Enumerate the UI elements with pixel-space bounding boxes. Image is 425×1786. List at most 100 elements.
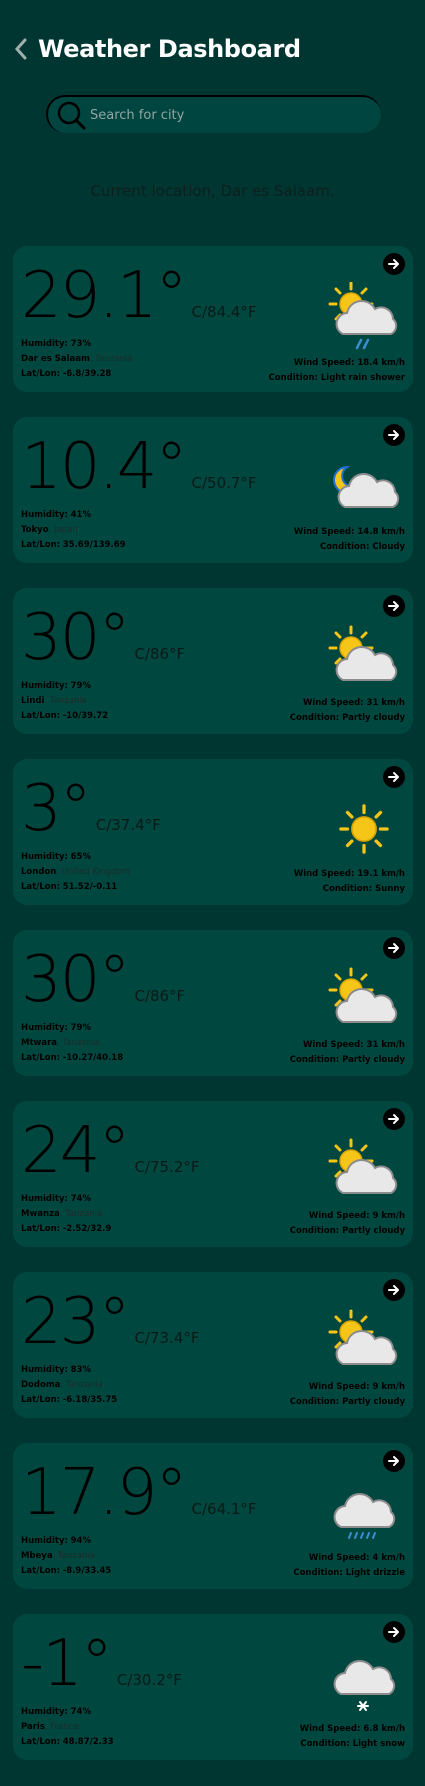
humidity-value: 74% <box>70 1707 91 1717</box>
condition-label: Condition: <box>289 713 340 723</box>
search-bar[interactable] <box>46 95 381 133</box>
arrow-right-icon[interactable] <box>383 937 405 959</box>
temperature-celsius: 24 <box>21 1114 100 1188</box>
humidity-row: Humidity: 65% <box>21 850 130 865</box>
city-name: Mwanza <box>21 1209 60 1219</box>
latlon-row: Lat/Lon: 48.87/2.33 <box>21 1735 114 1750</box>
wind-value: 4 km/h <box>372 1553 405 1563</box>
weather-card[interactable]: 30 ° C/86°F Humidity: 79% Lindi, Tanzania Lat… <box>13 588 413 734</box>
card-details-left: Humidity: 74% Paris, France Lat/Lon: 48.87… <box>21 1705 114 1750</box>
latlon-label: Lat/Lon: <box>21 1053 61 1063</box>
wind-row: Wind Speed: 31 km/h <box>290 1038 405 1053</box>
weather-card[interactable]: 17.9 ° C/64.1°F Humidity: 94% Mbeya, Tanzani… <box>13 1443 413 1589</box>
humidity-value: 79% <box>70 1023 91 1033</box>
latlon-row: Lat/Lon: 51.52/-0.11 <box>21 880 130 895</box>
condition-label: Condition: <box>289 1397 340 1407</box>
humidity-label: Humidity: <box>21 852 68 862</box>
country-name: , United Kingdom <box>56 867 130 877</box>
card-details-right: Wind Speed: 14.8 km/h Condition: Cloudy <box>294 525 405 555</box>
degree-symbol: ° <box>155 430 188 504</box>
city-name: Mbeya <box>21 1551 53 1561</box>
latlon-row: Lat/Lon: -6.8/39.28 <box>21 367 132 382</box>
weather-card[interactable]: 3 ° C/37.4°F Humidity: 65% London, United Ki… <box>13 759 413 905</box>
degree-symbol: ° <box>98 943 131 1017</box>
wind-value: 6.8 km/h <box>363 1724 405 1734</box>
country-name: , Tanzania <box>44 696 87 706</box>
wind-row: Wind Speed: 9 km/h <box>290 1209 405 1224</box>
arrow-right-icon[interactable] <box>383 1108 405 1130</box>
humidity-row: Humidity: 94% <box>21 1534 111 1549</box>
condition-label: Condition: <box>322 884 373 894</box>
search-icon[interactable] <box>56 100 86 130</box>
latlon-value: -6.8/39.28 <box>62 369 112 379</box>
header: Weather Dashboard <box>10 30 301 68</box>
card-details-right: Wind Speed: 6.8 km/h Condition: Light sno… <box>300 1722 405 1752</box>
weather-card[interactable]: 29.1 ° C/84.4°F Humidity: 73% Dar es Salaam,… <box>13 246 413 392</box>
arrow-right-icon[interactable] <box>383 595 405 617</box>
card-details-left: Humidity: 65% London, United Kingdom Lat/L… <box>21 850 130 895</box>
humidity-value: 83% <box>70 1365 91 1375</box>
weather-card[interactable]: 10.4 ° C/50.7°F Humidity: 41% Tokyo, Japan La… <box>13 417 413 563</box>
search-input[interactable] <box>90 107 350 123</box>
temperature-celsius: 30 <box>21 943 100 1017</box>
country-name: , Tanzania <box>89 354 133 364</box>
condition-value: Light rain shower <box>320 373 405 383</box>
temperature-units: C/86°F <box>134 645 186 663</box>
arrow-right-icon[interactable] <box>383 1279 405 1301</box>
sun-icon <box>339 804 389 854</box>
degree-symbol: ° <box>155 1456 188 1530</box>
arrow-right-icon[interactable] <box>383 1621 405 1643</box>
arrow-right-icon[interactable] <box>383 253 405 275</box>
wind-label: Wind Speed: <box>308 1553 370 1563</box>
wind-value: 19.1 km/h <box>357 869 405 879</box>
country-name: , Tanzania <box>57 1038 100 1048</box>
card-details-left: Humidity: 73% Dar es Salaam, Tanzania Lat/… <box>21 337 132 382</box>
page-title: Weather Dashboard <box>38 35 301 63</box>
latlon-label: Lat/Lon: <box>21 369 61 379</box>
temperature-units: C/73.4°F <box>134 1329 200 1347</box>
weather-card[interactable]: 30 ° C/86°F Humidity: 79% Mtwara, Tanzania La… <box>13 930 413 1076</box>
sun-cloud-icon <box>328 1138 398 1194</box>
latlon-value: -10/39.72 <box>62 711 109 721</box>
latlon-label: Lat/Lon: <box>21 1566 61 1576</box>
humidity-value: 74% <box>70 1194 91 1204</box>
weather-card[interactable]: 24 ° C/75.2°F Humidity: 74% Mwanza, Tanzania… <box>13 1101 413 1247</box>
wind-row: Wind Speed: 14.8 km/h <box>294 525 405 540</box>
wind-label: Wind Speed: <box>302 1040 364 1050</box>
city-row: Dar es Salaam, Tanzania <box>21 352 132 367</box>
city-name: Lindi <box>21 696 45 706</box>
arrow-right-icon[interactable] <box>383 766 405 788</box>
temperature-celsius: 3 <box>21 772 62 846</box>
latlon-row: Lat/Lon: -8.9/33.45 <box>21 1564 111 1579</box>
wind-value: 14.8 km/h <box>357 527 405 537</box>
degree-symbol: ° <box>80 1627 113 1701</box>
city-row: London, United Kingdom <box>21 865 130 880</box>
arrow-right-icon[interactable] <box>383 424 405 446</box>
arrow-right-icon[interactable] <box>383 1450 405 1472</box>
weather-card[interactable]: -1 ° C/30.2°F Humidity: 74% Paris, France Lat… <box>13 1614 413 1760</box>
latlon-value: -10.27/40.18 <box>62 1053 124 1063</box>
temperature-celsius: 30 <box>21 601 100 675</box>
temperature-units: C/37.4°F <box>95 816 161 834</box>
temperature: 10.4 ° C/50.7°F <box>21 435 257 499</box>
back-chevron-icon[interactable] <box>10 38 32 60</box>
latlon-value: -6.18/35.75 <box>62 1395 118 1405</box>
condition-value: Partly cloudy <box>342 1055 405 1065</box>
latlon-row: Lat/Lon: -6.18/35.75 <box>21 1393 117 1408</box>
card-details-right: Wind Speed: 18.4 km/h Condition: Light ra… <box>269 356 405 386</box>
wind-label: Wind Speed: <box>293 358 355 368</box>
card-details-right: Wind Speed: 4 km/h Condition: Light drizz… <box>293 1551 405 1581</box>
weather-card[interactable]: 23 ° C/73.4°F Humidity: 83% Dodoma, Tanzania… <box>13 1272 413 1418</box>
city-name: Tokyo <box>21 525 49 535</box>
wind-label: Wind Speed: <box>293 869 355 879</box>
wind-row: Wind Speed: 6.8 km/h <box>300 1722 405 1737</box>
latlon-value: 48.87/2.33 <box>62 1737 114 1747</box>
sun-cloud-icon <box>328 1309 398 1365</box>
country-name: , Tanzania <box>60 1380 103 1390</box>
cloud-snow-icon <box>333 1659 396 1711</box>
temperature-celsius: 17.9 <box>21 1456 157 1530</box>
humidity-row: Humidity: 79% <box>21 1021 123 1036</box>
city-name: Dodoma <box>21 1380 61 1390</box>
wind-label: Wind Speed: <box>308 1382 370 1392</box>
card-details-left: Humidity: 41% Tokyo, Japan Lat/Lon: 35.69/… <box>21 508 126 553</box>
